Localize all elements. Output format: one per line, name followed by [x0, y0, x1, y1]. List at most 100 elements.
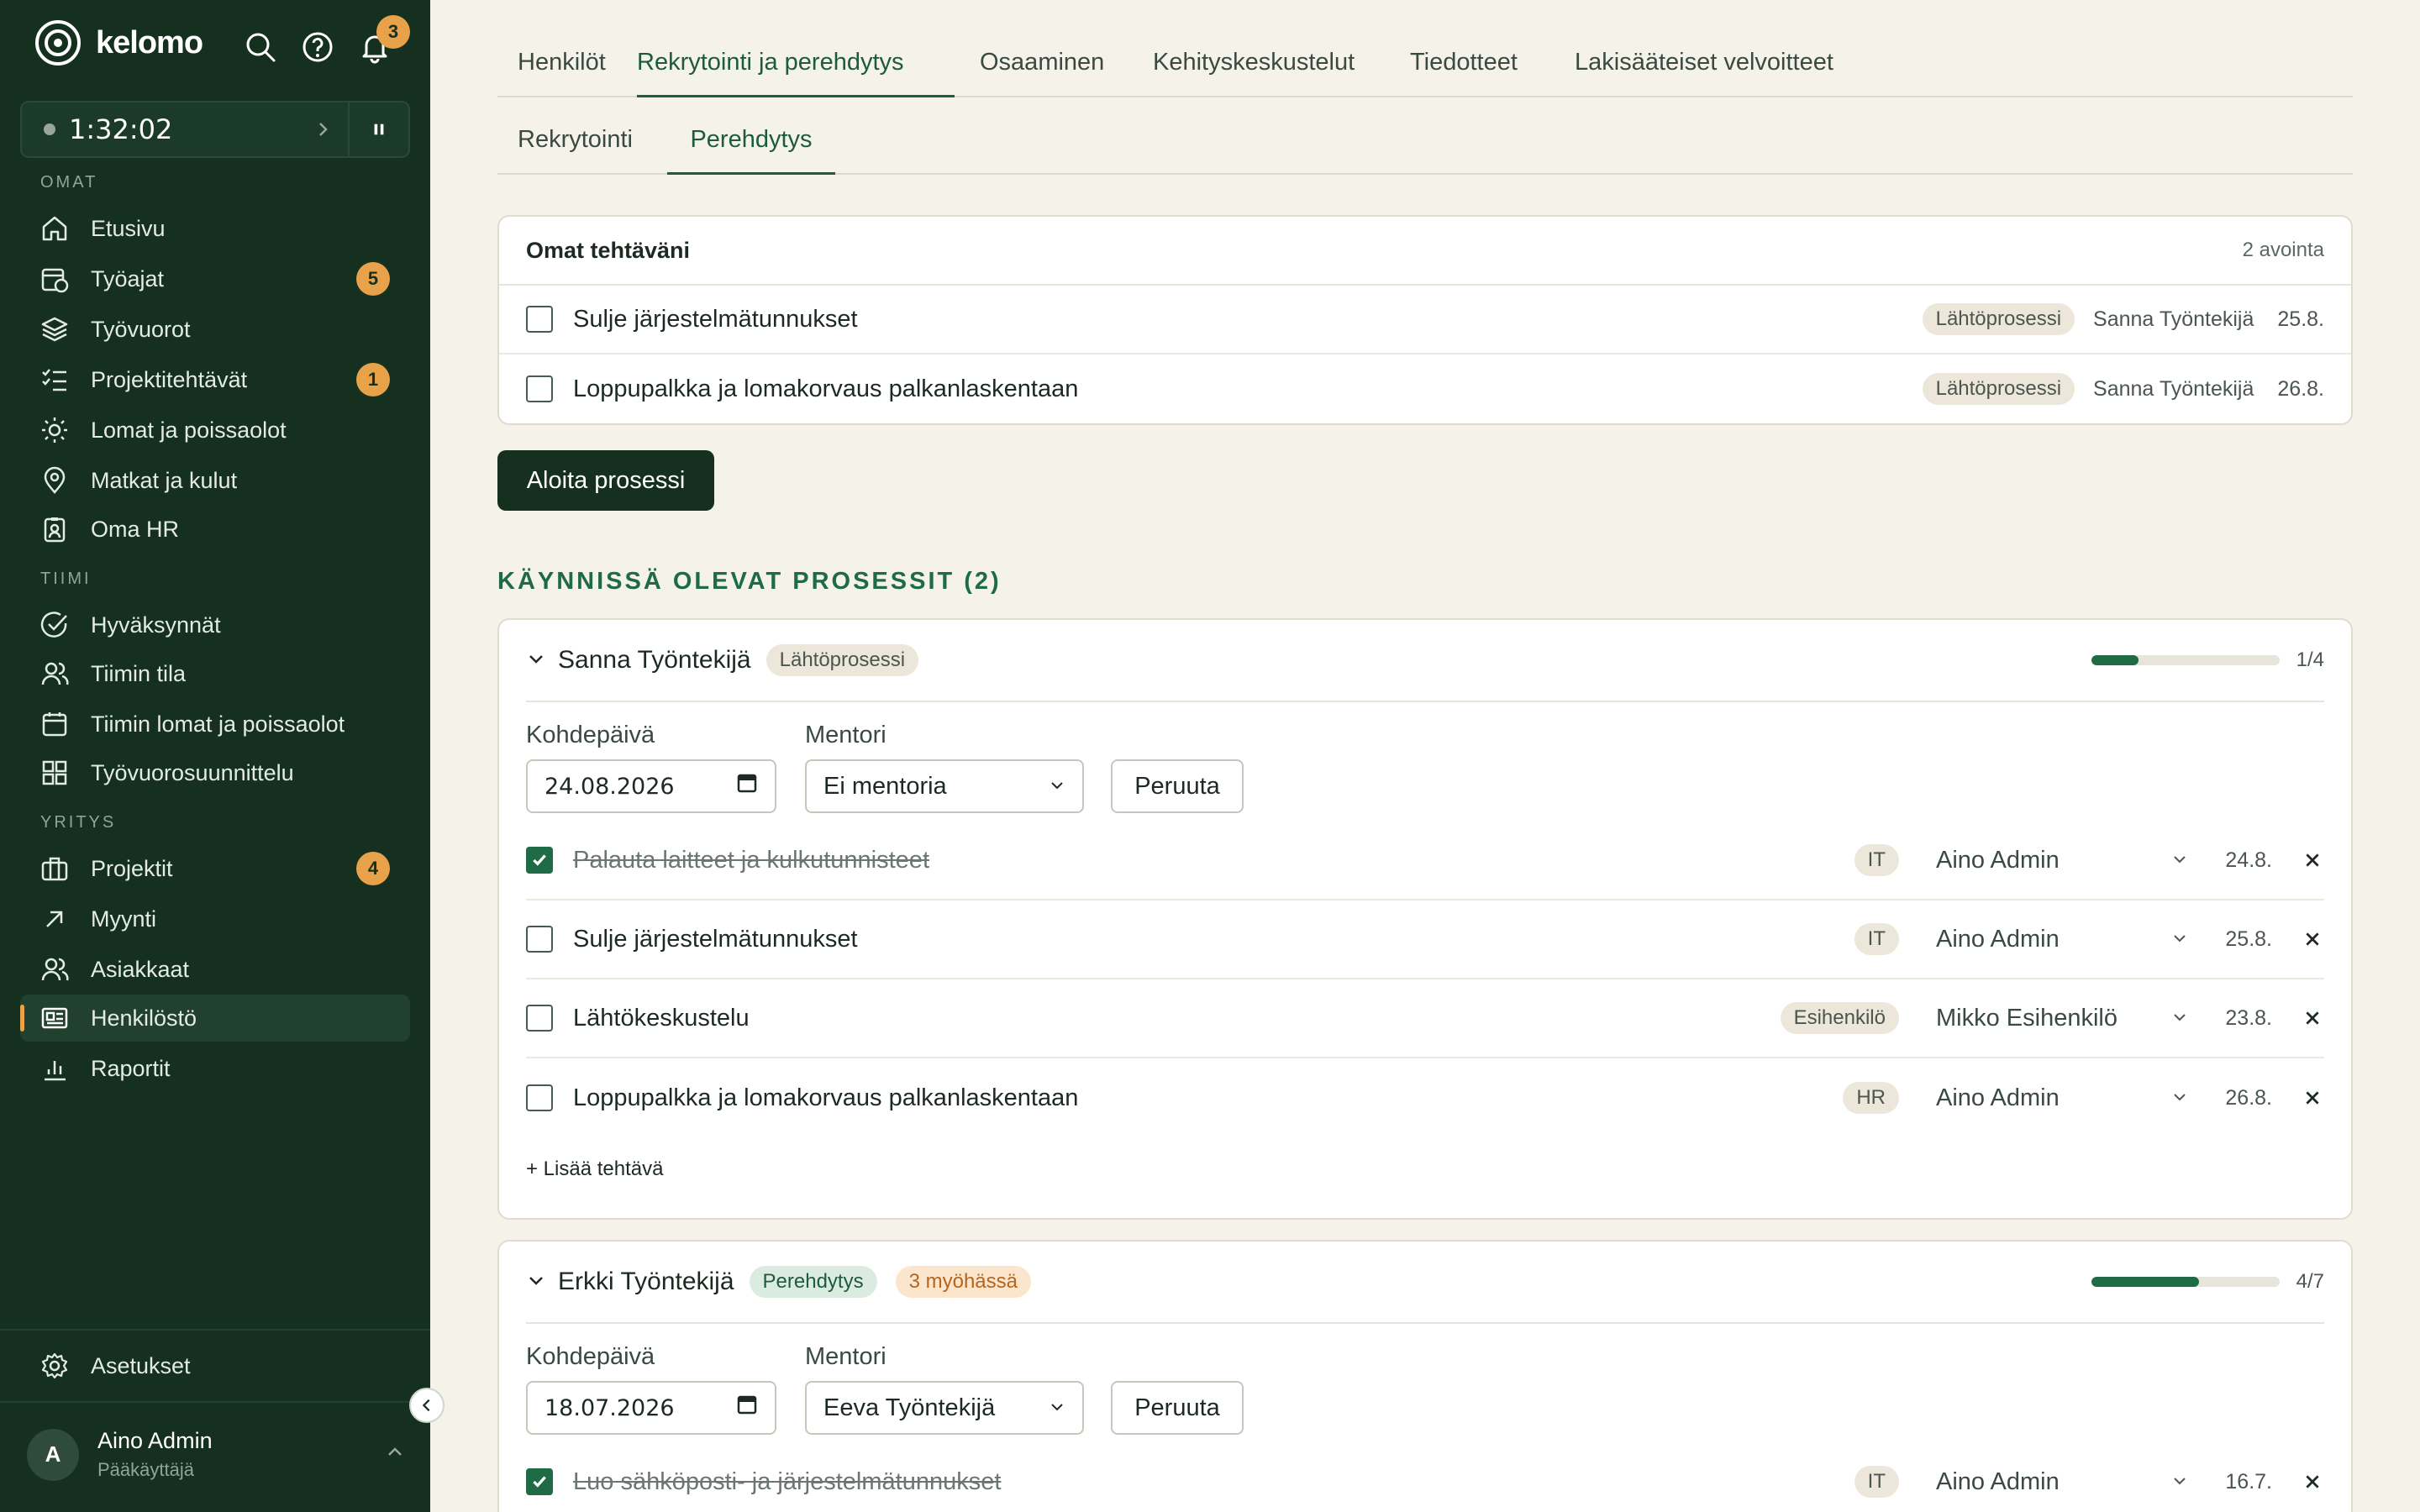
subtab-rekrytointi[interactable]: Rekrytointi	[518, 126, 633, 175]
sidebar-item-tiimin-tila[interactable]: Tiimin tila	[20, 650, 410, 697]
sidebar-divider	[0, 1401, 430, 1403]
mentor-select[interactable]: Eeva Työntekijä	[805, 1381, 1084, 1435]
sidebar-item-myynti[interactable]: Myynti	[20, 895, 410, 942]
card-title: Omat tehtäväni	[526, 237, 691, 263]
chevron-down-icon	[2171, 1468, 2188, 1496]
task-tag: IT	[1854, 923, 1899, 955]
search-icon[interactable]	[244, 30, 277, 64]
nav-badge: 4	[356, 852, 390, 885]
timer-value: 1:32:02	[69, 113, 173, 145]
sidebar-item-oma-hr[interactable]: Oma HR	[20, 506, 410, 553]
tab-lakisaateiset-velvoitteet[interactable]: Lakisääteiset velvoitteet	[1575, 49, 1833, 97]
assignee-select[interactable]: Aino Admin	[1936, 926, 2188, 953]
task-checkbox[interactable]	[526, 926, 553, 953]
task-label: Loppupalkka ja lomakorvaus palkanlaskent…	[573, 1084, 1079, 1111]
running-processes-heading: KÄYNNISSÄ OLEVAT PROSESSIT (2)	[497, 568, 1002, 595]
tab-osaaminen[interactable]: Osaaminen	[980, 49, 1104, 97]
sidebar-item-henkilosto[interactable]: Henkilöstö	[20, 995, 410, 1042]
assignee-select[interactable]: Mikko Esihenkilö	[1936, 1005, 2188, 1032]
sidebar-item-lomat[interactable]: Lomat ja poissaolot	[20, 407, 410, 454]
help-icon[interactable]	[301, 30, 334, 64]
sidebar: kelomo 3 1:32:02 OMAT Etusivu Työajat 5	[0, 0, 430, 1512]
task-checkbox[interactable]	[526, 1468, 553, 1495]
id-card-icon	[40, 1004, 69, 1032]
bar-chart-icon	[40, 1054, 69, 1083]
brand[interactable]: kelomo	[34, 18, 203, 67]
my-tasks-card: Omat tehtäväni 2 avointa Sulje järjestel…	[497, 215, 2353, 425]
main-tabs: Henkilöt Rekrytointi ja perehdytys Osaam…	[497, 42, 2353, 97]
chevron-right-icon[interactable]	[297, 102, 348, 156]
task-checkbox[interactable]	[526, 1084, 553, 1111]
tab-tiedotteet[interactable]: Tiedotteet	[1410, 49, 1518, 97]
briefcase-icon	[40, 854, 69, 883]
sidebar-item-asetukset[interactable]: Asetukset	[20, 1342, 410, 1389]
sidebar-item-asiakkaat[interactable]: Asiakkaat	[20, 946, 410, 993]
task-person: Sanna Työntekijä	[2093, 307, 2254, 331]
layers-icon	[40, 315, 69, 344]
target-date-input[interactable]: 18.07.2026	[526, 1381, 776, 1435]
task-tag: IT	[1854, 1466, 1899, 1498]
start-process-button[interactable]: Aloita prosessi	[497, 450, 714, 511]
sidebar-item-hyvaksynnat[interactable]: Hyväksynnät	[20, 601, 410, 648]
remove-task-icon[interactable]	[2301, 1006, 2324, 1030]
tab-kehityskeskustelut[interactable]: Kehityskeskustelut	[1153, 49, 1355, 97]
sidebar-item-matkat[interactable]: Matkat ja kulut	[20, 457, 410, 504]
chevron-down-icon	[2171, 1005, 2188, 1032]
assignee-select[interactable]: Aino Admin	[1936, 1468, 2188, 1496]
task-checkbox[interactable]	[526, 1005, 553, 1032]
sidebar-item-tyovuorosuunnittelu[interactable]: Työvuorosuunnittelu	[20, 749, 410, 796]
timer-status-dot	[44, 123, 55, 135]
tab-henkilot[interactable]: Henkilöt	[518, 49, 606, 97]
sidebar-item-projektit[interactable]: Projektit 4	[20, 845, 410, 892]
remove-task-icon[interactable]	[2301, 848, 2324, 872]
process-type-tag: Perehdytys	[749, 1266, 877, 1298]
time-tracker[interactable]: 1:32:02	[20, 101, 410, 158]
task-date: 16.7.	[2225, 1469, 2272, 1494]
task-checkbox[interactable]	[526, 375, 553, 402]
sidebar-item-tyovuorot[interactable]: Työvuorot	[20, 306, 410, 353]
task-checkbox[interactable]	[526, 847, 553, 874]
assignee-select[interactable]: Aino Admin	[1936, 1084, 2188, 1112]
sidebar-item-tiimin-lomat[interactable]: Tiimin lomat ja poissaolot	[20, 701, 410, 748]
avatar: A	[27, 1428, 79, 1481]
add-task-link[interactable]: + Lisää tehtävä	[526, 1158, 2324, 1181]
chevron-down-icon	[1049, 773, 1065, 801]
task-checkbox[interactable]	[526, 306, 553, 333]
chevron-up-icon[interactable]	[385, 1442, 405, 1467]
sidebar-item-etusivu[interactable]: Etusivu	[20, 205, 410, 252]
table-row: Loppupalkka ja lomakorvaus palkanlaskent…	[526, 1058, 2324, 1137]
pause-button[interactable]	[348, 102, 408, 156]
sidebar-item-raportit[interactable]: Raportit	[20, 1045, 410, 1092]
sun-icon	[40, 416, 69, 444]
user-menu[interactable]: A Aino Admin Pääkäyttäjä	[27, 1428, 405, 1481]
progress-bar	[2091, 1277, 2280, 1287]
subtab-perehdytys[interactable]: Perehdytys	[667, 126, 835, 175]
notifications-bell-icon[interactable]: 3	[358, 15, 410, 64]
remove-task-icon[interactable]	[2301, 1086, 2324, 1110]
mentor-select[interactable]: Ei mentoria	[805, 759, 1084, 813]
tab-rekrytointi-ja-perehdytys[interactable]: Rekrytointi ja perehdytys	[637, 49, 955, 97]
sub-tabs: Rekrytointi Perehdytys	[497, 119, 2353, 175]
remove-task-icon[interactable]	[2301, 1470, 2324, 1494]
list-item: Loppupalkka ja lomakorvaus palkanlaskent…	[499, 354, 2351, 423]
task-label: Palauta laitteet ja kulkutunnisteet	[573, 846, 929, 874]
users-icon	[40, 955, 69, 984]
cancel-button[interactable]: Peruuta	[1111, 759, 1244, 813]
collapse-sidebar-button[interactable]	[409, 1388, 445, 1423]
target-date-input[interactable]: 24.08.2026	[526, 759, 776, 813]
mentor-label: Mentori	[805, 722, 886, 748]
list-item: Sulje järjestelmätunnukset Lähtöprosessi…	[499, 286, 2351, 354]
process-type-tag: Lähtöprosessi	[765, 644, 919, 676]
chevron-down-icon[interactable]	[526, 1270, 548, 1294]
section-label-yritys: YRITYS	[40, 813, 117, 832]
assignee-select[interactable]: Aino Admin	[1936, 847, 2188, 874]
chevron-down-icon[interactable]	[526, 648, 548, 673]
section-label-tiimi: TIIMI	[40, 570, 92, 588]
sidebar-item-tyoajat[interactable]: Työajat 5	[20, 255, 410, 302]
cancel-button[interactable]: Peruuta	[1111, 1381, 1244, 1435]
calendar-clock-icon	[40, 265, 69, 293]
late-badge: 3 myöhässä	[895, 1266, 1031, 1298]
sidebar-item-projektitehtavat[interactable]: Projektitehtävät 1	[20, 356, 410, 403]
remove-task-icon[interactable]	[2301, 927, 2324, 951]
progress-fill	[2091, 655, 2139, 665]
